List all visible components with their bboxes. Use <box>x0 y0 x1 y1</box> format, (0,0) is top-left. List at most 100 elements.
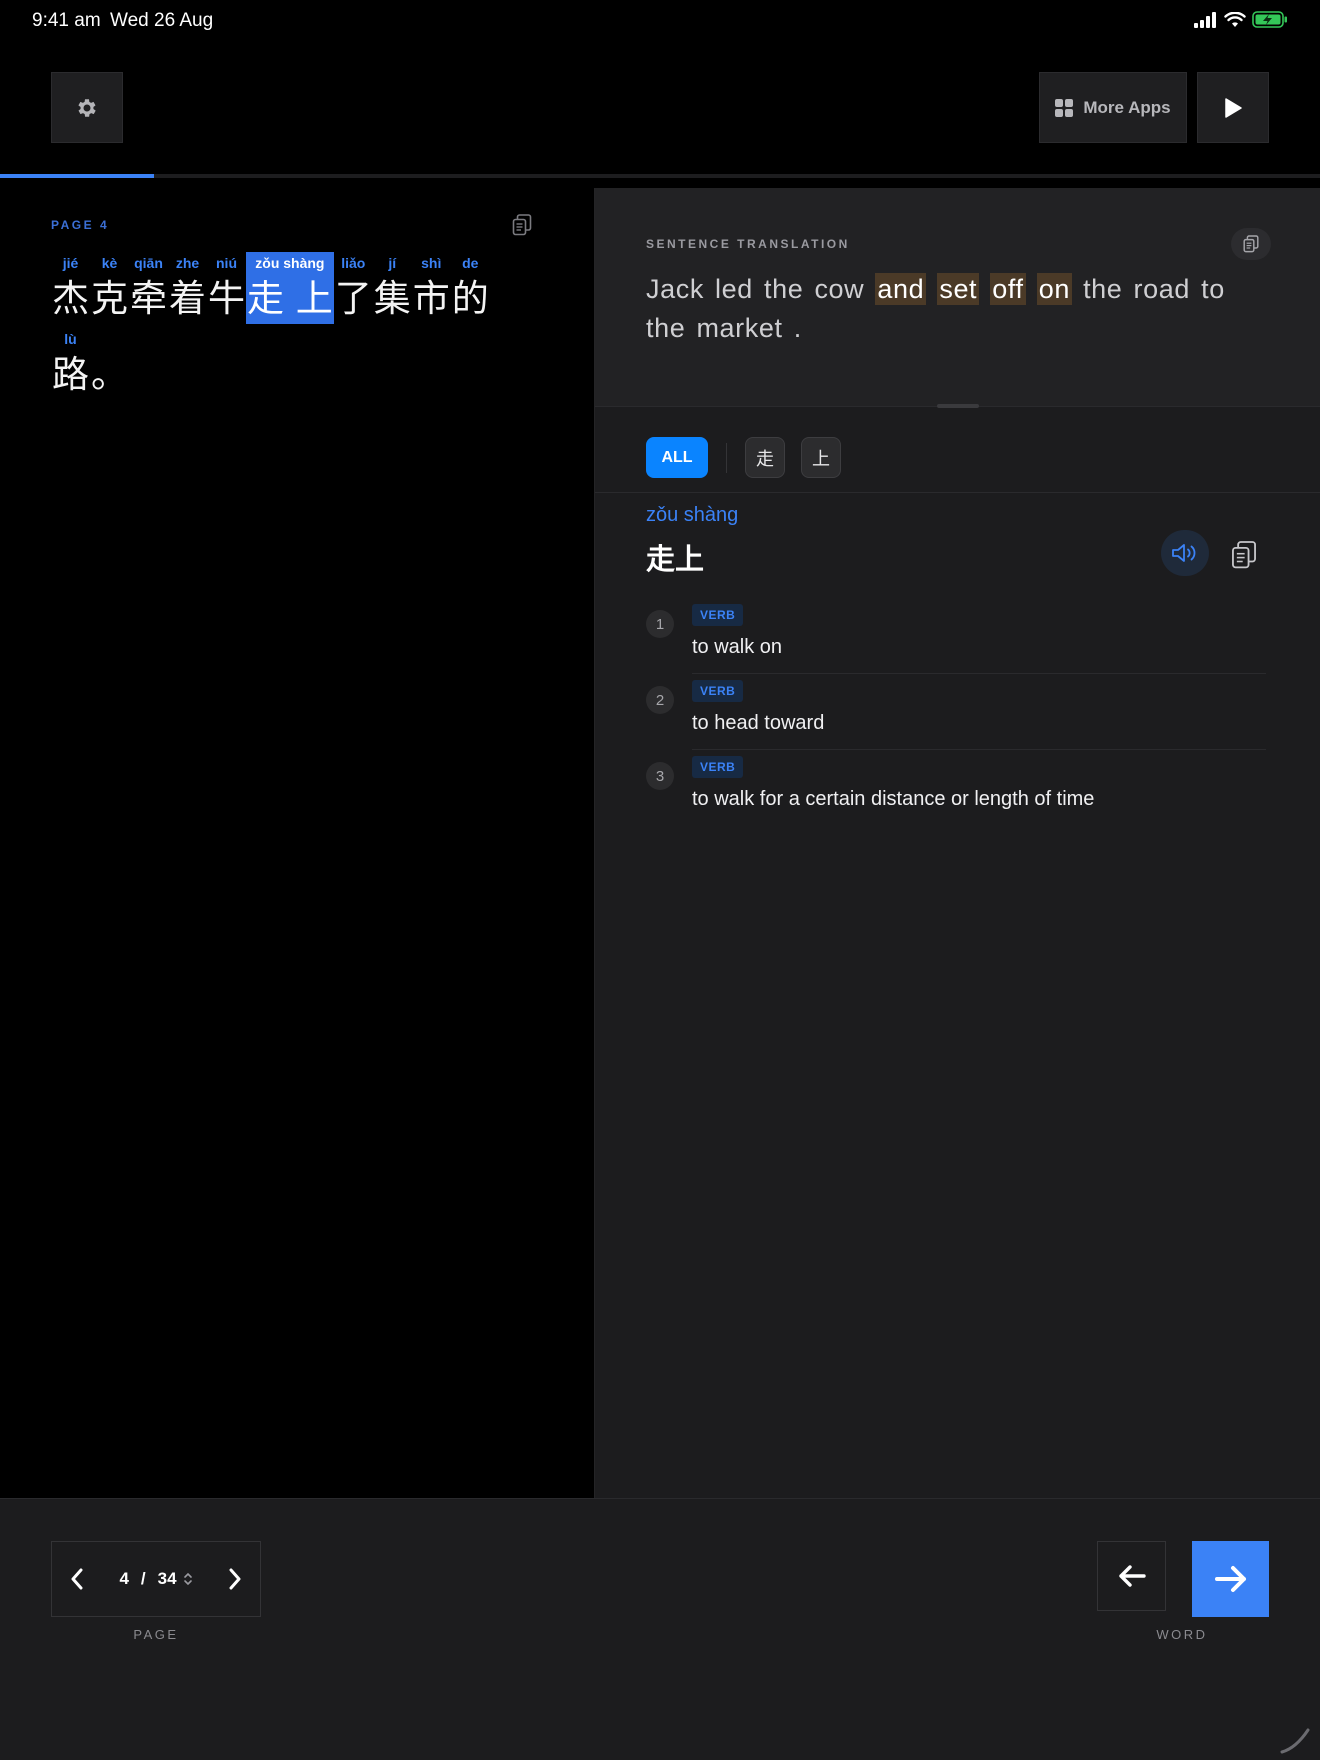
page-selector[interactable]: 4 / 34 <box>119 1569 192 1589</box>
token-hanzi: 走 上 <box>247 277 333 320</box>
translation-word: . <box>793 313 802 343</box>
pencil-stroke-icon <box>1280 1728 1310 1754</box>
token-pinyin: shì <box>421 255 442 271</box>
detail-pane: SENTENCE TRANSLATION Jack led the cow an… <box>594 188 1320 1498</box>
page-separator: / <box>140 1569 146 1588</box>
selected-word-token[interactable]: zǒu shàng 走 上 <box>246 252 334 324</box>
page-pager: 4 / 34 <box>51 1541 261 1617</box>
reading-line: lù 路。 <box>51 328 531 400</box>
page-label: PAGE 4 <box>51 218 110 232</box>
translation-word: the <box>1083 274 1123 304</box>
pronounce-button[interactable] <box>1161 530 1209 576</box>
chevron-right-icon[interactable] <box>228 1568 242 1590</box>
battery-charging-icon <box>1252 11 1287 28</box>
filter-char-chip[interactable]: 上 <box>801 437 841 478</box>
arrow-left-icon <box>1118 1565 1146 1587</box>
token-hanzi: 市 <box>412 277 450 320</box>
word-token[interactable]: niú 牛 <box>207 252 246 324</box>
arrow-right-icon <box>1214 1566 1246 1592</box>
word-token[interactable]: 。 <box>90 328 129 400</box>
settings-button[interactable] <box>51 72 123 143</box>
token-hanzi: 的 <box>451 277 489 320</box>
token-pinyin: qiān <box>134 255 163 271</box>
status-icons <box>1194 11 1288 28</box>
status-bar: 9:41 am Wed 26 Aug <box>0 0 1320 40</box>
token-hanzi: 集 <box>373 277 411 320</box>
token-pinyin: jí <box>388 255 397 271</box>
token-pinyin: kè <box>101 255 118 271</box>
token-pinyin: niú <box>216 255 237 271</box>
status-time: 9:41 am <box>32 10 101 31</box>
definition-item: 3 VERB to walk for a certain distance or… <box>646 756 1266 832</box>
part-of-speech-badge: VERB <box>692 604 744 626</box>
status-date: Wed 26 Aug <box>110 10 214 31</box>
highlighted-word: on <box>1036 273 1072 305</box>
signal-icon <box>1194 11 1216 28</box>
token-hanzi: 克 <box>91 277 128 320</box>
definition-item: 2 VERB to head toward <box>646 680 1266 756</box>
chevron-left-icon[interactable] <box>70 1568 84 1590</box>
translation-word: the <box>763 274 804 304</box>
token-pinyin: zhe <box>175 255 200 271</box>
chinese-text-reader: jié 杰 kè 克 qiān 牵 zhe 着 niú 牛 zǒu shàng 走 上 liǎo 了 jí 集… <box>51 252 531 400</box>
reading-line: jié 杰 kè 克 qiān 牵 zhe 着 niú 牛 zǒu shàng 走 上 liǎo 了 jí 集… <box>51 252 531 324</box>
pager-caption: PAGE <box>133 1627 179 1642</box>
word-token[interactable]: jié 杰 <box>51 252 90 324</box>
filter-char-chip[interactable]: 走 <box>745 437 785 478</box>
highlighted-word: and <box>875 273 927 305</box>
play-button[interactable] <box>1197 72 1269 143</box>
word-token[interactable]: de 的 <box>451 252 490 324</box>
token-hanzi: 了 <box>334 277 372 320</box>
more-apps-label: More Apps <box>1083 97 1171 117</box>
translation-word: Jack <box>646 274 704 304</box>
definition-item: 1 VERB to walk on <box>646 604 1266 680</box>
bottom-navigation-bar: 4 / 34 PAGE WORD <box>0 1498 1320 1760</box>
token-pinyin: lù <box>64 331 77 347</box>
part-of-speech-badge: VERB <box>692 680 744 702</box>
definition-text: to walk on <box>692 636 783 658</box>
chip-separator <box>726 442 727 473</box>
token-hanzi: 。 <box>91 353 128 396</box>
word-token[interactable]: liǎo 了 <box>334 252 373 324</box>
definition-text: to walk for a certain distance or length… <box>692 788 1095 810</box>
divider <box>595 492 1320 493</box>
token-pinyin: de <box>462 255 479 271</box>
token-hanzi: 牛 <box>208 277 245 320</box>
token-hanzi: 路 <box>52 353 89 396</box>
token-hanzi: 着 <box>169 277 206 320</box>
resize-handle[interactable] <box>937 404 979 408</box>
translation-word: to <box>1201 274 1225 304</box>
translation-word: the <box>646 313 686 343</box>
chevron-up-down-icon <box>183 1572 192 1586</box>
copy-icon[interactable] <box>512 214 532 236</box>
filter-all-chip[interactable]: ALL <box>646 437 708 478</box>
definition-number: 1 <box>646 610 674 638</box>
token-hanzi: 牵 <box>130 277 167 320</box>
character-filter-bar: ALL 走 上 <box>646 437 857 478</box>
word-token[interactable]: lù 路 <box>51 328 90 400</box>
translation-card: SENTENCE TRANSLATION Jack led the cow an… <box>595 188 1320 406</box>
translation-word: led <box>715 274 753 304</box>
copy-word-icon[interactable] <box>1231 540 1257 570</box>
word-token[interactable]: shì 市 <box>412 252 451 324</box>
reader-pane: PAGE 4 jié 杰 kè 克 qiān 牵 zhe 着 niú 牛 zǒu shàng 走 上l… <box>0 178 594 1498</box>
translation-word: market <box>696 313 783 343</box>
grid-icon <box>1055 98 1074 117</box>
previous-word-button[interactable] <box>1097 1541 1166 1611</box>
definition-text: to head toward <box>692 712 825 734</box>
translation-label: SENTENCE TRANSLATION <box>646 237 850 251</box>
play-icon <box>1225 97 1242 118</box>
token-pinyin: liǎo <box>341 255 366 271</box>
word-token[interactable]: zhe 着 <box>168 252 207 324</box>
word-token[interactable]: qiān 牵 <box>129 252 168 324</box>
copy-translation-button[interactable] <box>1231 228 1271 260</box>
word-pinyin: zǒu shàng <box>646 504 739 526</box>
more-apps-button[interactable]: More Apps <box>1039 72 1187 143</box>
token-hanzi: 杰 <box>52 277 89 320</box>
wifi-icon <box>1224 11 1246 27</box>
word-token[interactable]: kè 克 <box>90 252 129 324</box>
translation-word: cow <box>814 274 865 304</box>
token-pinyin: jié <box>62 255 79 271</box>
word-token[interactable]: jí 集 <box>373 252 412 324</box>
next-word-button[interactable] <box>1192 1541 1269 1617</box>
